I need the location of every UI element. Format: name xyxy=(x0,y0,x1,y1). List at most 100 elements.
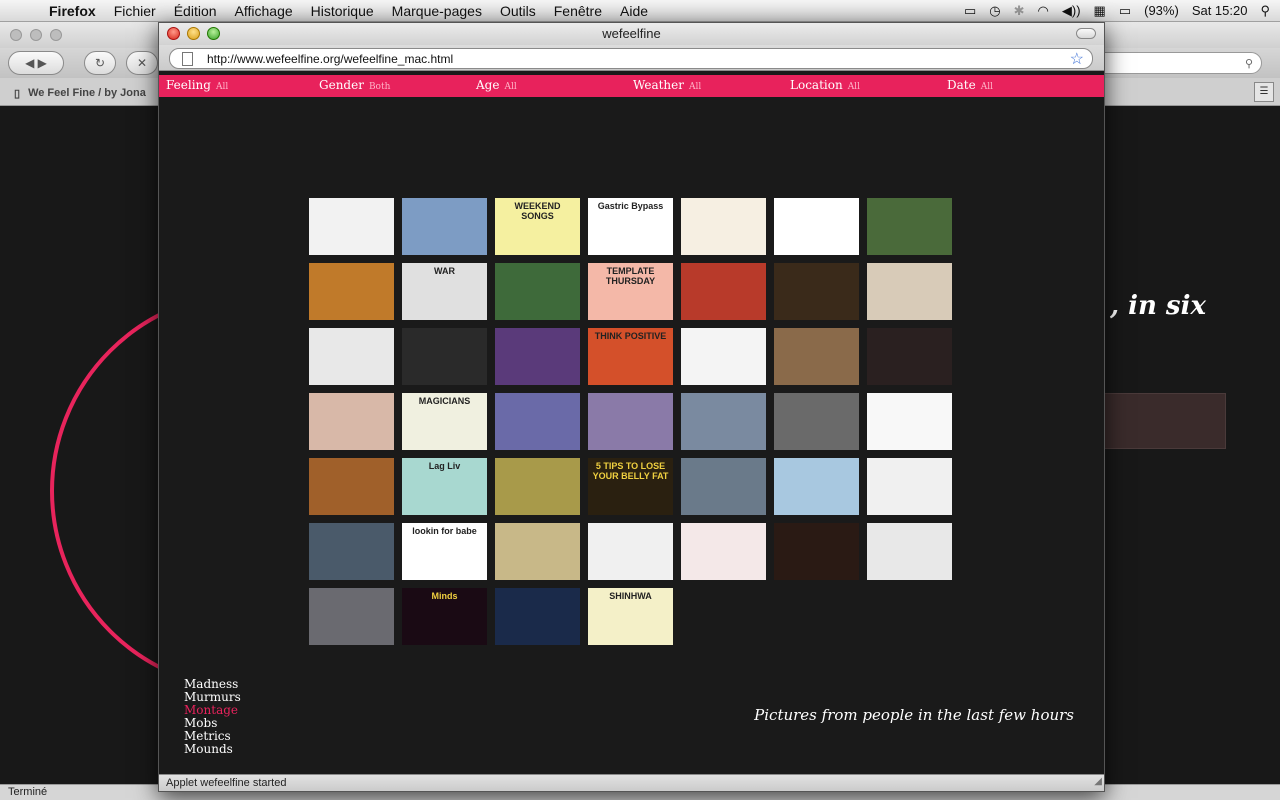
bluetooth-icon[interactable]: ✱ xyxy=(1014,3,1025,19)
photo-thumbnail[interactable] xyxy=(681,263,766,320)
photo-thumbnail[interactable]: TEMPLATE THURSDAY xyxy=(588,263,673,320)
photo-thumbnail[interactable]: Gastric Bypass xyxy=(588,198,673,255)
search-icon[interactable]: ⚲ xyxy=(1245,57,1253,70)
url-text: http://www.wefeelfine.org/wefeelfine_mac… xyxy=(207,51,454,66)
photo-thumbnail[interactable] xyxy=(588,523,673,580)
filter-location[interactable]: Location All xyxy=(790,78,860,92)
photo-thumbnail[interactable]: WAR xyxy=(402,263,487,320)
stop-icon[interactable]: ✕ xyxy=(126,51,158,75)
menu-fenetre[interactable]: Fenêtre xyxy=(545,3,611,19)
photo-thumbnail[interactable] xyxy=(309,328,394,385)
photo-thumbnail[interactable] xyxy=(309,198,394,255)
filter-label: Weather xyxy=(633,78,684,92)
filter-age[interactable]: Age All xyxy=(476,78,517,92)
photo-thumbnail[interactable] xyxy=(495,458,580,515)
battery-icon[interactable]: ▭ xyxy=(1119,3,1131,19)
popup-title: wefeelfine xyxy=(602,26,661,41)
photo-thumbnail[interactable] xyxy=(495,263,580,320)
popup-urlbar: http://www.wefeelfine.org/wefeelfine_mac… xyxy=(159,45,1104,71)
menu-marque-pages[interactable]: Marque-pages xyxy=(383,3,491,19)
filter-value[interactable]: Both xyxy=(369,82,390,92)
photo-thumbnail[interactable] xyxy=(774,263,859,320)
spotlight-search-icon[interactable]: ⚲ xyxy=(1260,3,1270,19)
photo-thumbnail[interactable] xyxy=(402,328,487,385)
menu-aide[interactable]: Aide xyxy=(611,3,657,19)
photo-thumbnail[interactable] xyxy=(774,458,859,515)
photo-thumbnail[interactable]: lookin for babe xyxy=(402,523,487,580)
minimize-icon[interactable] xyxy=(187,27,200,40)
photo-thumbnail[interactable] xyxy=(867,328,952,385)
photo-thumbnail[interactable]: SHINHWA xyxy=(588,588,673,645)
popup-status-text: Applet wefeelfine started xyxy=(166,777,287,789)
tab-list-icon[interactable]: ☰ xyxy=(1254,82,1274,102)
photo-thumbnail[interactable] xyxy=(681,198,766,255)
filter-value[interactable]: All xyxy=(848,82,860,92)
photo-thumbnail[interactable]: Minds xyxy=(402,588,487,645)
filter-value[interactable]: All xyxy=(981,82,993,92)
url-field[interactable]: http://www.wefeelfine.org/wefeelfine_mac… xyxy=(169,48,1093,69)
resize-grip-icon[interactable]: ◢ xyxy=(1094,774,1102,790)
photo-thumbnail[interactable] xyxy=(309,263,394,320)
photo-thumbnail[interactable]: Lag Liv xyxy=(402,458,487,515)
photo-thumbnail[interactable] xyxy=(309,588,394,645)
filter-value[interactable]: All xyxy=(216,82,228,92)
menu-affichage[interactable]: Affichage xyxy=(226,3,302,19)
photo-thumbnail[interactable] xyxy=(867,198,952,255)
photo-thumbnail[interactable] xyxy=(867,393,952,450)
photo-thumbnail[interactable]: WEEKEND SONGS xyxy=(495,198,580,255)
photo-thumbnail[interactable] xyxy=(495,523,580,580)
volume-icon[interactable]: ◀)) xyxy=(1062,3,1081,19)
menu-edition[interactable]: Édition xyxy=(165,3,226,19)
photo-thumbnail[interactable] xyxy=(309,523,394,580)
photo-thumbnail[interactable] xyxy=(495,393,580,450)
photo-thumbnail[interactable]: 5 TIPS TO LOSE YOUR BELLY FAT xyxy=(588,458,673,515)
bg-close-icon[interactable] xyxy=(10,29,22,41)
filter-value[interactable]: All xyxy=(689,82,701,92)
filter-date[interactable]: Date All xyxy=(947,78,993,92)
reload-icon[interactable]: ↻ xyxy=(84,51,116,75)
menu-outils[interactable]: Outils xyxy=(491,3,545,19)
camera-icon[interactable]: ▭ xyxy=(964,3,976,19)
photo-thumbnail[interactable] xyxy=(867,263,952,320)
bg-tab[interactable]: ▯ We Feel Fine / by Jona xyxy=(8,82,168,104)
photo-thumbnail[interactable] xyxy=(774,198,859,255)
close-icon[interactable] xyxy=(167,27,180,40)
photo-thumbnail[interactable]: MAGICIANS xyxy=(402,393,487,450)
battery-percent[interactable]: (93%) xyxy=(1144,3,1179,18)
menu-fichier[interactable]: Fichier xyxy=(105,3,165,19)
menu-historique[interactable]: Historique xyxy=(302,3,383,19)
photo-thumbnail[interactable] xyxy=(774,393,859,450)
toolbar-toggle-icon[interactable] xyxy=(1076,28,1096,39)
photo-thumbnail[interactable] xyxy=(495,588,580,645)
photo-thumbnail[interactable] xyxy=(495,328,580,385)
menu-app[interactable]: Firefox xyxy=(40,3,105,19)
nav-mounds[interactable]: Mounds xyxy=(184,743,241,756)
bg-zoom-icon[interactable] xyxy=(50,29,62,41)
photo-thumbnail[interactable]: THINK POSITIVE xyxy=(588,328,673,385)
photo-thumbnail[interactable] xyxy=(681,458,766,515)
bookmark-star-icon[interactable]: ☆ xyxy=(1070,49,1084,69)
filter-feeling[interactable]: Feeling All xyxy=(166,78,228,92)
zoom-icon[interactable] xyxy=(207,27,220,40)
photo-thumbnail[interactable] xyxy=(867,458,952,515)
input-menu-icon[interactable]: ▦ xyxy=(1094,3,1106,19)
clock[interactable]: Sat 15:20 xyxy=(1192,3,1248,18)
photo-thumbnail[interactable] xyxy=(681,523,766,580)
photo-thumbnail[interactable] xyxy=(309,458,394,515)
photo-thumbnail[interactable] xyxy=(588,393,673,450)
photo-thumbnail[interactable] xyxy=(309,393,394,450)
bg-minimize-icon[interactable] xyxy=(30,29,42,41)
photo-thumbnail[interactable] xyxy=(681,328,766,385)
wifi-icon[interactable]: ◠ xyxy=(1038,3,1049,19)
filter-gender[interactable]: Gender Both xyxy=(319,78,390,92)
photo-thumbnail[interactable] xyxy=(867,523,952,580)
photo-thumbnail[interactable] xyxy=(774,523,859,580)
thumbnail-caption: Gastric Bypass xyxy=(597,201,664,211)
photo-thumbnail[interactable] xyxy=(774,328,859,385)
filter-value[interactable]: All xyxy=(504,82,516,92)
photo-thumbnail[interactable] xyxy=(402,198,487,255)
time-machine-icon[interactable]: ◷ xyxy=(989,3,1000,19)
filter-weather[interactable]: Weather All xyxy=(633,78,701,92)
photo-thumbnail[interactable] xyxy=(681,393,766,450)
back-forward-button[interactable]: ◀ ▶ xyxy=(8,51,64,75)
